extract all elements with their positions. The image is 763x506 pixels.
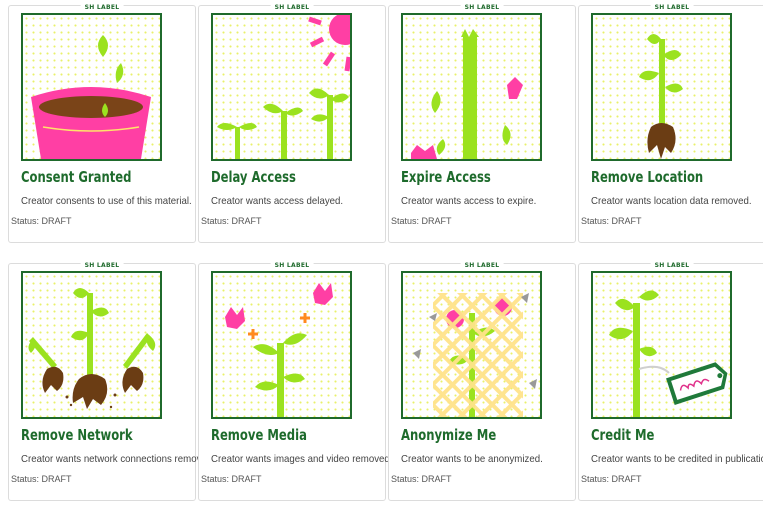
label-card-credit-me[interactable]: SH LABEL Credit Me Creator wants to be c… bbox=[578, 262, 763, 501]
card-title[interactable]: Credit Me bbox=[591, 426, 654, 444]
sh-label-tag: SH LABEL bbox=[460, 4, 504, 11]
card-description: Creator wants access delayed. bbox=[211, 195, 344, 207]
label-card-consent-granted[interactable]: SH LABEL Consent Granted Creator consent… bbox=[8, 4, 196, 243]
card-title[interactable]: Remove Network bbox=[21, 426, 133, 444]
card-description: Creator wants access to expire. bbox=[401, 195, 537, 207]
status-text: Status: DRAFT bbox=[11, 474, 72, 484]
plant-removed-flowers-icon bbox=[211, 271, 352, 419]
card-description: Creator wants images and video removed. bbox=[211, 453, 393, 465]
card-description: Creator wants to be credited in publicat… bbox=[591, 453, 763, 465]
sh-label-tag: SH LABEL bbox=[80, 4, 124, 11]
card-description: Creator wants to be anonymized. bbox=[401, 453, 543, 465]
label-card-remove-location[interactable]: SH LABEL Remove Location Creator wants l… bbox=[578, 4, 763, 243]
status-text: Status: DRAFT bbox=[201, 216, 262, 226]
card-title[interactable]: Consent Granted bbox=[21, 168, 131, 186]
sh-label-tag: SH LABEL bbox=[650, 262, 694, 269]
sh-label-tag: SH LABEL bbox=[270, 4, 314, 11]
card-description: Creator consents to use of this material… bbox=[21, 195, 192, 207]
card-title[interactable]: Remove Location bbox=[591, 168, 703, 186]
uprooted-plants-network-icon bbox=[21, 271, 162, 419]
status-text: Status: DRAFT bbox=[581, 216, 642, 226]
sh-label-tag: SH LABEL bbox=[650, 4, 694, 11]
status-text: Status: DRAFT bbox=[391, 216, 452, 226]
flower-pot-seedling-icon bbox=[21, 13, 162, 161]
card-title[interactable]: Remove Media bbox=[211, 426, 307, 444]
status-text: Status: DRAFT bbox=[391, 474, 452, 484]
sh-label-tag: SH LABEL bbox=[460, 262, 504, 269]
cut-stem-falling-leaves-icon bbox=[401, 13, 542, 161]
plant-behind-lattice-icon bbox=[401, 271, 542, 419]
plant-with-name-tag-icon bbox=[591, 271, 732, 419]
card-title[interactable]: Expire Access bbox=[401, 168, 491, 186]
sh-label-tag: SH LABEL bbox=[270, 262, 314, 269]
status-text: Status: DRAFT bbox=[581, 474, 642, 484]
label-card-anonymize-me[interactable]: SH LABEL Anonymize Me Creator wants to b… bbox=[388, 262, 576, 501]
status-text: Status: DRAFT bbox=[201, 474, 262, 484]
card-description: Creator wants network connections remove… bbox=[21, 453, 215, 465]
card-description: Creator wants location data removed. bbox=[591, 195, 752, 207]
sh-label-tag: SH LABEL bbox=[80, 262, 124, 269]
label-card-remove-network[interactable]: SH LABEL Remove Network Creator wants ne… bbox=[8, 262, 215, 501]
status-text: Status: DRAFT bbox=[11, 216, 72, 226]
label-card-delay-access[interactable]: SH LABEL Delay Access Creator wants acce… bbox=[198, 4, 386, 243]
label-card-expire-access[interactable]: SH LABEL Expire Access Creator wants acc… bbox=[388, 4, 576, 243]
card-title[interactable]: Delay Access bbox=[211, 168, 296, 186]
uprooted-plant-icon bbox=[591, 13, 732, 161]
card-title[interactable]: Anonymize Me bbox=[401, 426, 496, 444]
label-card-remove-media[interactable]: SH LABEL Remove Media Creator wants imag… bbox=[198, 262, 392, 501]
growing-sprouts-sun-icon bbox=[211, 13, 352, 161]
